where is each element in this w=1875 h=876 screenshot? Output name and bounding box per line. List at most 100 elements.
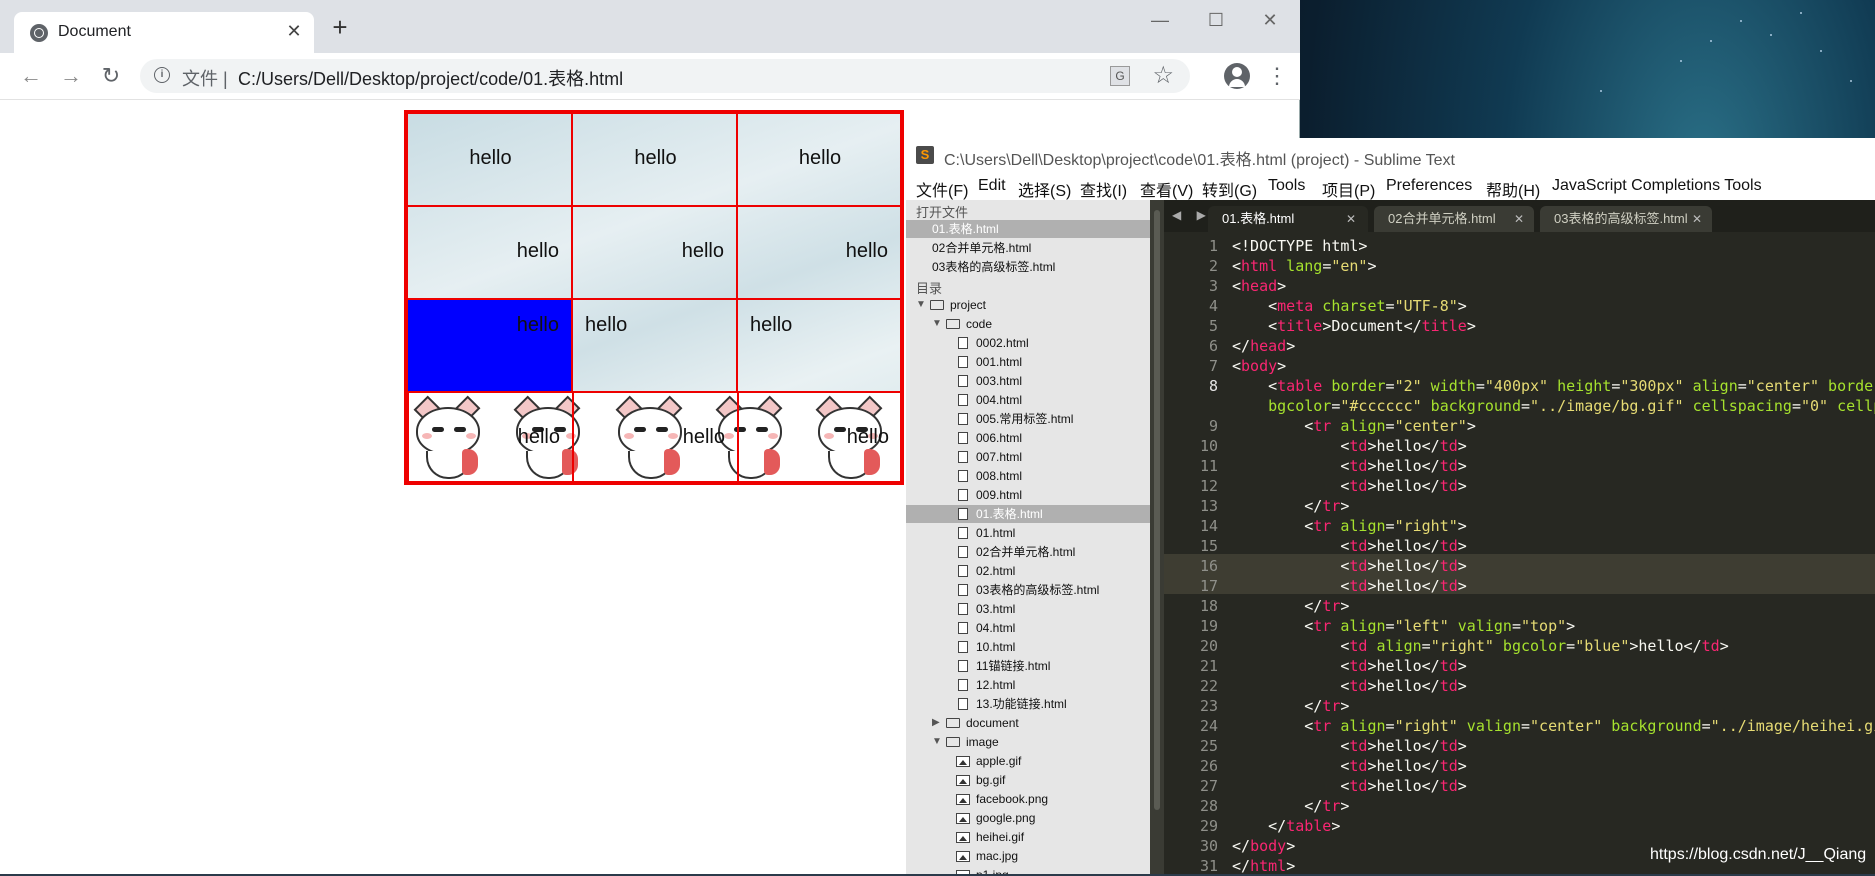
code-line[interactable]: </tr>: [1232, 496, 1349, 516]
code-line[interactable]: <tr align="left" valign="top">: [1232, 616, 1575, 636]
sidebar-file[interactable]: google.png: [906, 809, 1150, 827]
menu-find[interactable]: 查找(I): [1080, 177, 1127, 201]
sidebar-file[interactable]: 007.html: [906, 448, 1150, 466]
menu-selection[interactable]: 选择(S): [1018, 177, 1071, 201]
code-line[interactable]: <!DOCTYPE html>: [1232, 236, 1367, 256]
code-line[interactable]: <td>hello</td>: [1232, 476, 1466, 496]
sidebar-open-file[interactable]: 02合并单元格.html: [906, 239, 1150, 257]
sidebar-file[interactable]: p1.jpg: [906, 866, 1150, 874]
menu-dots-icon[interactable]: ⋮: [1266, 61, 1288, 91]
sidebar-file[interactable]: facebook.png: [906, 790, 1150, 808]
code-line[interactable]: <td>hello</td>: [1232, 736, 1466, 756]
code-line[interactable]: <html lang="en">: [1232, 256, 1377, 276]
menu-view[interactable]: 查看(V): [1140, 177, 1193, 201]
code-line[interactable]: </tr>: [1232, 696, 1349, 716]
menu-preferences[interactable]: Preferences: [1386, 177, 1472, 195]
code-area[interactable]: <!DOCTYPE html> <html lang="en"> <head> <m…: [1232, 236, 1875, 874]
code-line[interactable]: </head>: [1232, 336, 1295, 356]
code-line[interactable]: <td>hello</td>: [1232, 776, 1466, 796]
reload-button[interactable]: ↻: [98, 63, 124, 89]
menu-project[interactable]: 项目(P): [1322, 177, 1375, 201]
code-line[interactable]: <meta charset="UTF-8">: [1232, 296, 1467, 316]
close-icon[interactable]: ✕: [284, 19, 304, 43]
sidebar-file[interactable]: 03表格的高级标签.html: [906, 581, 1150, 599]
code-line[interactable]: <tr align="right" valign="center" backgr…: [1232, 716, 1875, 736]
code-line[interactable]: </tr>: [1232, 796, 1349, 816]
sidebar-file[interactable]: apple.gif: [906, 752, 1150, 770]
code-line[interactable]: <head>: [1232, 276, 1286, 296]
sidebar-scrollbar[interactable]: [1150, 200, 1164, 874]
code-line[interactable]: <tr align="right">: [1232, 516, 1467, 536]
code-line[interactable]: </body>: [1232, 836, 1295, 856]
sidebar-file[interactable]: bg.gif: [906, 771, 1150, 789]
translate-icon[interactable]: G: [1110, 66, 1130, 86]
code-line[interactable]: </table>: [1232, 816, 1340, 836]
window-close-button[interactable]: ✕: [1250, 6, 1290, 34]
sidebar-file[interactable]: 13.功能链接.html: [906, 695, 1150, 713]
sidebar-file[interactable]: 005.常用标签.html: [906, 410, 1150, 428]
sidebar-file[interactable]: 03.html: [906, 600, 1150, 618]
sidebar-file[interactable]: 02.html: [906, 562, 1150, 580]
code-line[interactable]: <td>hello</td>: [1232, 576, 1466, 596]
code-line[interactable]: <tr align="center">: [1232, 416, 1476, 436]
maximize-button[interactable]: ☐: [1196, 6, 1236, 34]
code-line[interactable]: bgcolor="#cccccc" background="../image/b…: [1232, 396, 1875, 416]
menu-file[interactable]: 文件(F): [916, 177, 968, 201]
code-line[interactable]: <body>: [1232, 356, 1286, 376]
sidebar-file[interactable]: 003.html: [906, 372, 1150, 390]
sidebar-file[interactable]: 008.html: [906, 467, 1150, 485]
code-line[interactable]: <td>hello</td>: [1232, 536, 1466, 556]
code-line[interactable]: <title>Document</title>: [1232, 316, 1476, 336]
address-bar[interactable]: i 文件 | C:/Users/Dell/Desktop/project/cod…: [140, 59, 1190, 93]
code-line[interactable]: <td align="right" bgcolor="blue">hello</…: [1232, 636, 1728, 656]
code-line[interactable]: <table border="2" width="400px" height="…: [1232, 376, 1875, 396]
tab-scroll-arrows-icon[interactable]: ◀ ▶: [1172, 208, 1212, 222]
code-line[interactable]: <td>hello</td>: [1232, 436, 1466, 456]
code-line[interactable]: <td>hello</td>: [1232, 756, 1466, 776]
close-icon[interactable]: ✕: [1346, 206, 1356, 232]
close-icon[interactable]: ✕: [1692, 206, 1702, 232]
url-text[interactable]: C:/Users/Dell/Desktop/project/code/01.表格…: [238, 65, 623, 91]
sidebar-file[interactable]: 04.html: [906, 619, 1150, 637]
browser-tab[interactable]: Document ✕: [14, 12, 314, 53]
code-line[interactable]: </tr>: [1232, 596, 1349, 616]
code-line[interactable]: <td>hello</td>: [1232, 676, 1466, 696]
sidebar-file[interactable]: 006.html: [906, 429, 1150, 447]
bookmark-star-icon[interactable]: ☆: [1152, 61, 1174, 90]
sidebar-file[interactable]: 0002.html: [906, 334, 1150, 352]
new-tab-button[interactable]: +: [328, 14, 352, 40]
sidebar-folder-project[interactable]: ▼ project: [906, 296, 1150, 314]
sidebar-file[interactable]: 02合并单元格.html: [906, 543, 1150, 561]
sidebar-file[interactable]: 11锚链接.html: [906, 657, 1150, 675]
menu-help[interactable]: 帮助(H): [1486, 177, 1540, 201]
sidebar-open-file[interactable]: 01.表格.html: [906, 220, 1150, 238]
close-icon[interactable]: ✕: [1514, 206, 1524, 232]
sidebar-file[interactable]: mac.jpg: [906, 847, 1150, 865]
editor-tab[interactable]: 02合并单元格.html ✕: [1374, 206, 1534, 232]
sidebar-file-selected[interactable]: 01.表格.html: [906, 505, 1150, 523]
sidebar-file[interactable]: 004.html: [906, 391, 1150, 409]
scrollbar-thumb[interactable]: [1154, 210, 1160, 810]
code-line[interactable]: <td>hello</td>: [1232, 656, 1466, 676]
sidebar-file[interactable]: heihei.gif: [906, 828, 1150, 846]
menu-edit[interactable]: Edit: [978, 177, 1006, 195]
info-icon[interactable]: i: [154, 67, 170, 83]
code-line[interactable]: <td>hello</td>: [1232, 556, 1466, 576]
menu-js-completions[interactable]: JavaScript Completions Tools: [1552, 177, 1762, 195]
editor-tab-active[interactable]: 01.表格.html ✕: [1208, 206, 1368, 232]
profile-avatar-icon[interactable]: [1224, 63, 1250, 89]
editor-tab[interactable]: 03表格的高级标签.html ✕: [1540, 206, 1712, 232]
sidebar-file[interactable]: 10.html: [906, 638, 1150, 656]
sidebar-file[interactable]: 001.html: [906, 353, 1150, 371]
sidebar-file[interactable]: 12.html: [906, 676, 1150, 694]
code-line[interactable]: <td>hello</td>: [1232, 456, 1466, 476]
sidebar-file[interactable]: 01.html: [906, 524, 1150, 542]
sidebar-folder-document[interactable]: ▶ document: [906, 714, 1150, 732]
forward-button[interactable]: →: [58, 63, 84, 89]
back-button[interactable]: ←: [18, 63, 44, 89]
code-line[interactable]: </html>: [1232, 856, 1295, 874]
menu-goto[interactable]: 转到(G): [1202, 177, 1257, 201]
sidebar-folder-code[interactable]: ▼ code: [906, 315, 1150, 333]
sidebar-open-file[interactable]: 03表格的高级标签.html: [906, 258, 1150, 276]
sidebar-folder-image[interactable]: ▼ image: [906, 733, 1150, 751]
